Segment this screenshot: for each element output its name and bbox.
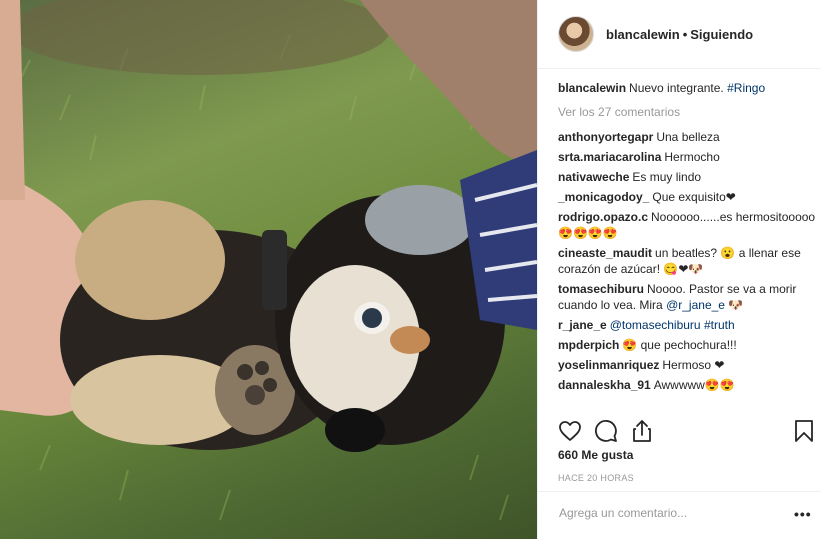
comment-username[interactable]: r_jane_e — [558, 318, 607, 332]
action-bar — [558, 419, 816, 443]
comment-username[interactable]: yoselinmanriquez — [558, 358, 659, 372]
comment-text: Que exquisito❤ — [652, 190, 736, 204]
comment-text: Una belleza — [656, 130, 720, 144]
likes-count[interactable]: 660 Me gusta — [558, 448, 633, 462]
comment-username[interactable]: tomasechiburu — [558, 282, 644, 296]
bookmark-icon[interactable] — [792, 419, 816, 443]
comments-list: blancalewin Nuevo integrante. #Ringo Ver … — [558, 80, 816, 397]
add-comment-input[interactable] — [557, 505, 781, 521]
comment-username[interactable]: mpderpich — [558, 338, 619, 352]
comment-username[interactable]: rodrigo.opazo.c — [558, 210, 648, 224]
comment-item: cineaste_maudit un beatles? 😮 a llenar es… — [558, 245, 816, 277]
comment-mention[interactable]: @tomasechiburu — [610, 318, 701, 332]
more-options-button[interactable]: ••• — [794, 506, 812, 522]
caption-text: Nuevo integrante. — [629, 81, 724, 95]
comment-item: yoselinmanriquez Hermoso ❤ — [558, 357, 816, 373]
comment-item: r_jane_e @tomasechiburu #truth — [558, 317, 816, 333]
comment-text: Es muy lindo — [632, 170, 702, 184]
comment-hashtag[interactable]: #truth — [704, 318, 735, 332]
comment-item: dannaleskha_91 Awwwww😍😍 — [558, 377, 816, 393]
post-header: blancalewin • Siguiendo — [538, 0, 821, 69]
post-sidebar: blancalewin • Siguiendo blancalewin Nuevo… — [537, 0, 821, 539]
comment-item: nativaweche Es muy lindo — [558, 169, 816, 185]
post-photo[interactable] — [0, 0, 537, 539]
comment-item: anthonyortegapr Una belleza — [558, 129, 816, 145]
comment-extra: 🐶 — [724, 298, 744, 312]
caption: blancalewin Nuevo integrante. #Ringo — [558, 80, 816, 96]
comment-item: mpderpich 😍 que pechochura!!! — [558, 337, 816, 353]
comment-item: rodrigo.opazo.c Noooooo......es hermosito… — [558, 209, 816, 241]
comment-mention[interactable]: @r_jane_e — [666, 298, 725, 312]
caption-hashtag[interactable]: #Ringo — [727, 81, 765, 95]
comment-text: Awwwww😍😍 — [653, 378, 735, 392]
header-username[interactable]: blancalewin — [606, 27, 680, 42]
caption-username[interactable]: blancalewin — [558, 81, 626, 95]
share-icon[interactable] — [630, 419, 654, 443]
header-separator: • — [682, 26, 688, 42]
view-all-comments-link[interactable]: Ver los 27 comentarios — [558, 104, 816, 120]
comment-username[interactable]: _monicagodoy_ — [558, 190, 649, 204]
follow-status-button[interactable]: Siguiendo — [690, 27, 753, 42]
comment-text: Hermocho — [664, 150, 720, 164]
comment-username[interactable]: nativaweche — [558, 170, 629, 184]
comment-username[interactable]: cineaste_maudit — [558, 246, 652, 260]
comment-username[interactable]: anthonyortegapr — [558, 130, 653, 144]
comment-item: tomasechiburu Noooo. Pastor se va a morir… — [558, 281, 816, 313]
heart-icon[interactable] — [558, 419, 582, 443]
instagram-post: blancalewin • Siguiendo blancalewin Nuevo… — [0, 0, 821, 539]
avatar[interactable] — [558, 16, 594, 52]
post-timestamp[interactable]: HACE 20 HORAS — [558, 473, 634, 483]
comment-username[interactable]: dannaleskha_91 — [558, 378, 651, 392]
add-comment-bar: ••• — [538, 491, 821, 539]
comment-item: srta.mariacarolina Hermocho — [558, 149, 816, 165]
comment-text: 😍 que pechochura!!! — [622, 338, 737, 352]
comment-username[interactable]: srta.mariacarolina — [558, 150, 661, 164]
comment-icon[interactable] — [594, 419, 618, 443]
comment-text: Hermoso ❤ — [662, 358, 725, 372]
puppy-photo — [0, 0, 537, 521]
comment-item: _monicagodoy_ Que exquisito❤ — [558, 189, 816, 205]
